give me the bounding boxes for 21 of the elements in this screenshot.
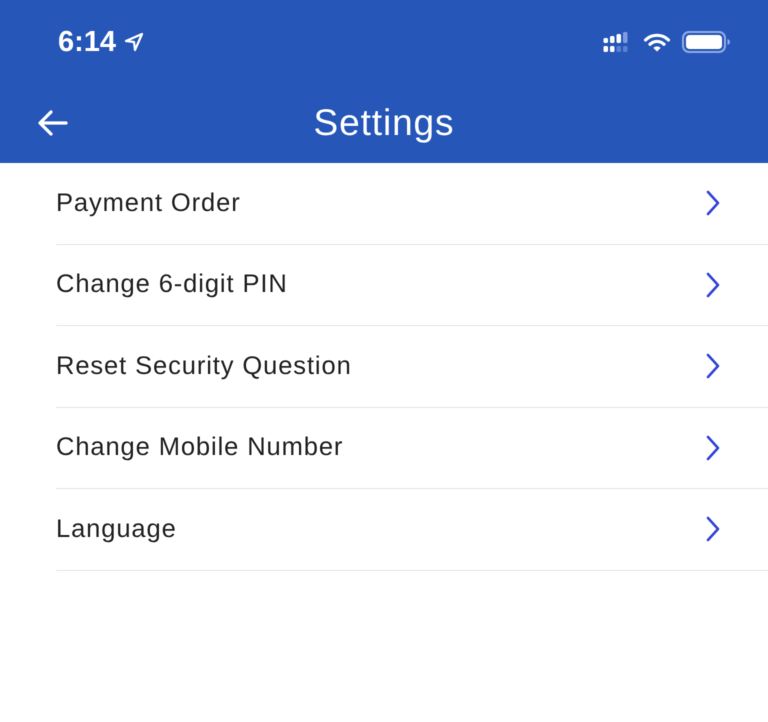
battery-icon: [682, 31, 730, 53]
row-label: Change Mobile Number: [56, 433, 344, 462]
chevron-right-icon: [706, 434, 720, 461]
wifi-icon: [644, 32, 670, 52]
chevron-right-icon: [706, 272, 720, 298]
chevron-right-icon: [706, 516, 720, 542]
chevron-right-icon: [706, 353, 720, 380]
settings-row[interactable]: Change Mobile Number: [56, 408, 768, 489]
back-arrow-icon: [38, 110, 68, 136]
status-time: 6:14: [58, 26, 116, 58]
screen-title: Settings: [314, 102, 454, 144]
settings-row[interactable]: Language: [56, 489, 768, 570]
chevron-right-icon: [706, 190, 720, 216]
row-label: Change 6-digit PIN: [56, 270, 288, 300]
location-arrow-icon: [124, 32, 144, 52]
row-label: Payment Order: [56, 188, 241, 218]
row-label: Reset Security Question: [56, 352, 352, 381]
settings-row[interactable]: Change 6-digit PIN: [56, 244, 768, 326]
settings-row[interactable]: Reset Security Question: [56, 326, 768, 408]
settings-row[interactable]: Payment Order: [56, 163, 768, 244]
row-label: Language: [56, 514, 177, 544]
